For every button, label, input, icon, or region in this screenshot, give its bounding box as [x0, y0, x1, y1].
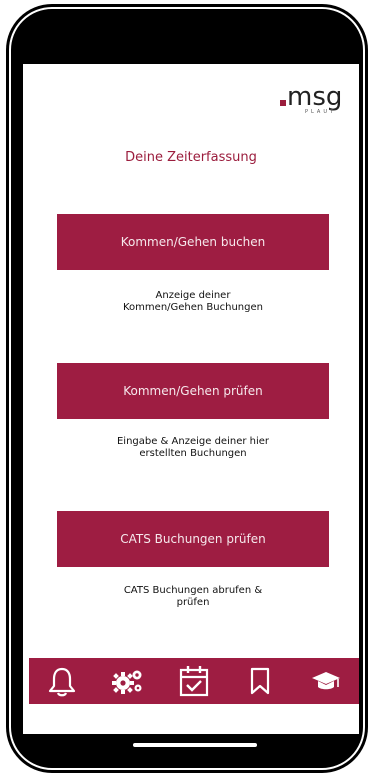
kommen-gehen-buchen-button[interactable]: Kommen/Gehen buchen	[57, 214, 329, 270]
tab-notifications[interactable]	[42, 661, 82, 701]
kommen-gehen-pruefen-button[interactable]: Kommen/Gehen prüfen	[57, 363, 329, 419]
gears-icon	[112, 670, 142, 694]
logo-dot	[280, 100, 286, 106]
bell-icon	[48, 667, 76, 697]
bookmark-icon	[250, 667, 270, 695]
kommen-gehen-buchen-description: Anzeige deiner Kommen/Gehen Buchungen	[123, 290, 263, 313]
msg-logo: msg PLAUT	[275, 82, 355, 115]
home-indicator[interactable]	[133, 743, 257, 747]
page-title: Deine Zeiterfassung	[125, 150, 257, 165]
cats-buchungen-pruefen-button[interactable]: CATS Buchungen prüfen	[57, 511, 329, 567]
logo-subtext: PLAUT	[305, 109, 337, 115]
tab-settings[interactable]	[108, 661, 148, 701]
graduation-cap-icon	[312, 672, 340, 690]
app-screen: msg PLAUT Deine Zeiterfassung Kommen/Geh…	[23, 64, 359, 734]
tab-time-tracking[interactable]	[174, 661, 214, 701]
calendar-check-icon	[179, 666, 209, 697]
bottom-tab-bar	[29, 658, 359, 704]
tab-learning[interactable]	[306, 661, 346, 701]
kommen-gehen-pruefen-description: Eingabe & Anzeige deiner hier erstellten…	[116, 436, 270, 459]
tab-bookmarks[interactable]	[240, 661, 280, 701]
logo-text: msg	[287, 82, 343, 112]
cats-buchungen-pruefen-description: CATS Buchungen abrufen & prüfen	[123, 585, 263, 608]
